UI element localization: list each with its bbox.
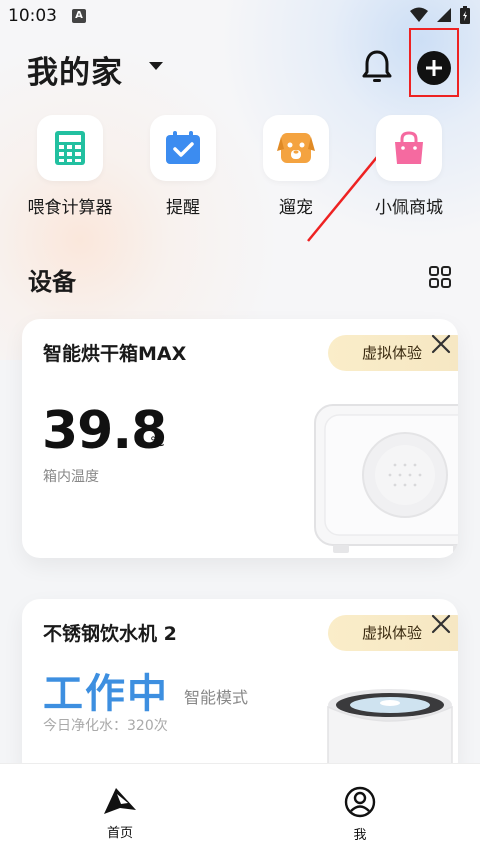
home-logo-icon [104,788,136,814]
devices-section-title: 设备 [28,268,76,296]
nav-label-me: 我 [353,828,367,843]
user-profile-icon [344,786,376,818]
signal-icon [437,8,451,22]
quick-action-tile [376,115,442,181]
grid-view-icon[interactable] [429,266,451,288]
temperature-unit: ℃ [150,435,165,450]
device-name: 不锈钢饮水机 2 [43,623,177,645]
quick-action-reminder[interactable]: 提醒 [128,115,238,218]
close-icon[interactable] [430,613,452,635]
device-status: 工作中 [43,671,169,717]
nav-tab-home[interactable]: 首页 [60,764,180,841]
shopping-bag-icon [395,131,423,164]
temperature-label: 箱内温度 [43,469,99,485]
calendar-check-icon [166,131,200,164]
quick-action-label: 小佩商城 [375,198,443,218]
quick-action-tile [37,115,103,181]
nav-tab-me[interactable]: 我 [300,764,420,843]
bottom-navigation: 首页 我 [0,763,480,854]
nav-label-home: 首页 [106,826,133,841]
quick-action-feeding-calculator[interactable]: 喂食计算器 [15,115,125,218]
device-card-fountain[interactable]: 不锈钢饮水机 2 虚拟体验 工作中 智能模式 今日净化水：320次 [22,599,458,779]
status-time: 10:03 [8,6,57,26]
temperature-value: 39.8 [42,401,167,461]
quick-action-store[interactable]: 小佩商城 [354,115,464,218]
add-device-button[interactable] [417,51,451,85]
home-selector-title[interactable]: 我的家 [27,47,123,92]
quick-action-label: 提醒 [166,198,200,218]
plus-icon [426,60,442,76]
device-card-dryer[interactable]: 智能烘干箱MAX 虚拟体验 39.8 ℃ 箱内温度 [22,319,458,558]
status-bar: 10:03 A [0,0,480,34]
close-icon[interactable] [430,333,452,355]
quick-action-label: 遛宠 [279,198,313,218]
device-name: 智能烘干箱MAX [43,343,187,365]
quick-action-label: 喂食计算器 [27,198,113,218]
purify-count: 今日净化水：320次 [43,718,168,734]
dog-face-icon [277,133,315,163]
bell-icon[interactable] [361,48,393,84]
quick-action-tile [263,115,329,181]
caret-down-icon[interactable] [149,62,163,70]
quick-action-tile [150,115,216,181]
device-mode: 智能模式 [184,688,249,707]
quick-action-walk-pet[interactable]: 遛宠 [241,115,351,218]
notification-a-icon: A [72,9,86,23]
calculator-icon [55,131,85,165]
dryer-device-image [314,404,458,553]
status-icons [410,6,470,24]
battery-icon [460,6,470,24]
wifi-icon [410,7,428,22]
